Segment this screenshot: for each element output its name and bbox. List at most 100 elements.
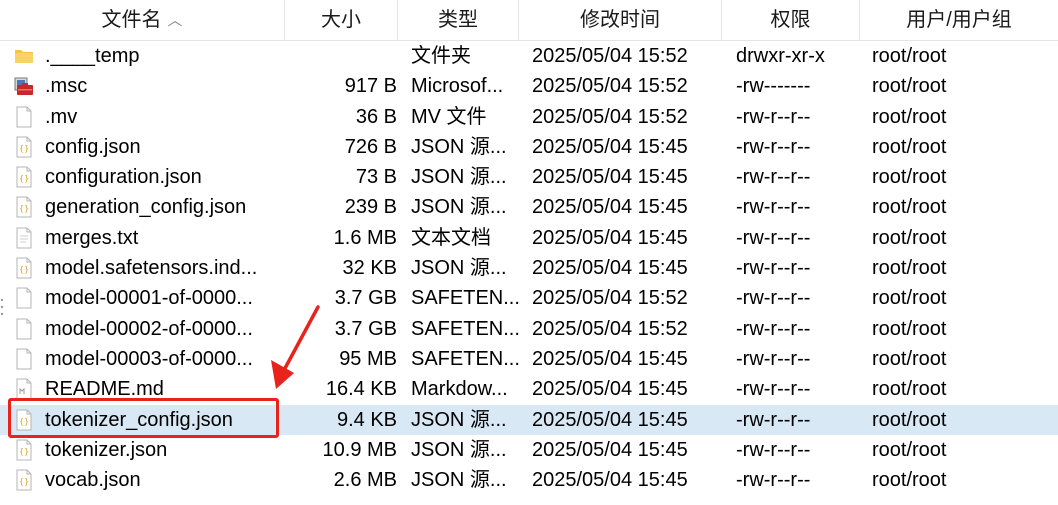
file-name: vocab.json — [45, 469, 141, 492]
file-owner: root/root — [872, 347, 947, 370]
file-icon — [14, 106, 34, 128]
file-type: SAFETEN... — [411, 317, 520, 340]
file-icon — [14, 287, 34, 309]
file-row[interactable]: .msc 917 B Microsof... 2025/05/04 15:52 -rw-… — [0, 71, 1058, 101]
file-row[interactable]: {} config.json 726 B JSON 源... 2025/05/04 15… — [0, 132, 1058, 162]
svg-text:{}: {} — [19, 144, 29, 153]
column-header-perms[interactable]: 权限 — [722, 0, 860, 40]
file-size: 73 B — [355, 166, 397, 189]
file-row[interactable]: {} model.safetensors.ind... 32 KB JSON 源...… — [0, 253, 1058, 283]
column-header-size-label: 大小 — [321, 9, 361, 31]
text-file-icon — [14, 227, 34, 249]
file-permissions: -rw-r--r-- — [736, 347, 811, 370]
file-size: 2.6 MB — [333, 469, 397, 492]
file-row[interactable]: model-00001-of-0000... 3.7 GB SAFETEN... 20… — [0, 283, 1058, 313]
file-permissions: drwxr-xr-x — [736, 45, 825, 67]
file-type: Markdow... — [411, 378, 508, 401]
file-size: 36 B — [355, 105, 397, 128]
column-header-type[interactable]: 类型 — [398, 0, 519, 40]
file-modified: 2025/05/04 15:45 — [532, 438, 688, 461]
column-header-modified[interactable]: 修改时间 — [519, 0, 722, 40]
file-permissions: -rw-r--r-- — [736, 105, 811, 128]
column-header-owner[interactable]: 用户/用户组 — [860, 0, 1058, 40]
file-size: 16.4 KB — [325, 378, 397, 401]
file-modified: 2025/05/04 15:45 — [532, 257, 688, 280]
file-modified: 2025/05/04 15:45 — [532, 135, 688, 158]
file-owner: root/root — [872, 135, 947, 158]
column-header-type-label: 类型 — [438, 9, 478, 31]
file-name: generation_config.json — [45, 196, 247, 219]
file-permissions: -rw-r--r-- — [736, 166, 811, 189]
file-type: Microsof... — [411, 75, 504, 98]
file-owner: root/root — [872, 45, 947, 67]
column-header-perms-label: 权限 — [770, 9, 811, 31]
file-owner: root/root — [872, 105, 947, 128]
svg-text:{}: {} — [19, 265, 29, 274]
column-header-size[interactable]: 大小 — [285, 0, 398, 40]
file-type: JSON 源... — [411, 408, 507, 431]
msc-file-icon — [14, 75, 34, 97]
file-size: 32 KB — [342, 257, 397, 280]
file-icon — [14, 348, 34, 370]
file-permissions: -rw------- — [736, 75, 811, 98]
file-size: 9.4 KB — [336, 408, 397, 431]
file-permissions: -rw-r--r-- — [736, 257, 811, 280]
json-file-icon: {} — [14, 439, 34, 461]
file-size: 1.6 MB — [333, 226, 397, 249]
column-header-modified-label: 修改时间 — [580, 9, 660, 31]
file-type: MV 文件 — [411, 105, 487, 128]
file-modified: 2025/05/04 15:45 — [532, 166, 688, 189]
json-file-icon: {} — [14, 196, 34, 218]
file-permissions: -rw-r--r-- — [736, 287, 811, 310]
file-permissions: -rw-r--r-- — [736, 438, 811, 461]
file-modified: 2025/05/04 15:45 — [532, 347, 688, 370]
json-file-icon: {} — [14, 257, 34, 279]
column-header-name[interactable]: 文件名 ︿ — [0, 0, 285, 40]
file-type: JSON 源... — [411, 135, 507, 158]
file-row[interactable]: model-00002-of-0000... 3.7 GB SAFETEN... 20… — [0, 314, 1058, 344]
column-header-owner-label: 用户/用户组 — [906, 9, 1012, 31]
file-name: .msc — [45, 75, 88, 98]
file-name: .____temp — [45, 45, 140, 67]
file-size: 3.7 GB — [334, 317, 397, 340]
file-row[interactable]: .____temp 文件夹 2025/05/04 15:52 drwxr-xr-x ro… — [0, 41, 1058, 71]
file-owner: root/root — [872, 257, 947, 280]
file-type: JSON 源... — [411, 438, 507, 461]
column-header-name-label: 文件名 — [101, 9, 162, 31]
file-modified: 2025/05/04 15:52 — [532, 105, 688, 128]
file-owner: root/root — [872, 317, 947, 340]
file-modified: 2025/05/04 15:52 — [532, 75, 688, 98]
file-modified: 2025/05/04 15:45 — [532, 226, 688, 249]
file-modified: 2025/05/04 15:52 — [532, 317, 688, 340]
file-modified: 2025/05/04 15:45 — [532, 469, 688, 492]
svg-text:{}: {} — [19, 174, 29, 183]
file-name: merges.txt — [45, 226, 139, 249]
file-type: JSON 源... — [411, 257, 507, 280]
file-name: model-00001-of-0000... — [45, 287, 253, 310]
file-row[interactable]: {} tokenizer.json 10.9 MB JSON 源... 2025/05/… — [0, 435, 1058, 465]
resize-grip[interactable] — [0, 296, 4, 318]
file-name: config.json — [45, 135, 141, 158]
file-name: model-00002-of-0000... — [45, 317, 253, 340]
file-row[interactable]: .mv 36 B MV 文件 2025/05/04 15:52 -rw-r--r-- ro… — [0, 102, 1058, 132]
file-row[interactable]: {} generation_config.json 239 B JSON 源... 20… — [0, 192, 1058, 222]
file-owner: root/root — [872, 226, 947, 249]
file-type: 文本文档 — [411, 226, 491, 249]
file-modified: 2025/05/04 15:52 — [532, 287, 688, 310]
file-name: .mv — [45, 105, 78, 128]
file-permissions: -rw-r--r-- — [736, 408, 811, 431]
svg-text:{}: {} — [19, 447, 29, 456]
file-permissions: -rw-r--r-- — [736, 226, 811, 249]
file-type: JSON 源... — [411, 166, 507, 189]
svg-text:{}: {} — [19, 204, 29, 213]
file-row[interactable]: {} configuration.json 73 B JSON 源... 2025/05… — [0, 162, 1058, 192]
file-owner: root/root — [872, 408, 947, 431]
file-row[interactable]: merges.txt 1.6 MB 文本文档 2025/05/04 15:45 -rw-… — [0, 223, 1058, 253]
file-row[interactable]: model-00003-of-0000... 95 MB SAFETEN... 202… — [0, 344, 1058, 374]
file-row[interactable]: {} vocab.json 2.6 MB JSON 源... 2025/05/04 15… — [0, 465, 1058, 495]
svg-text:{}: {} — [19, 477, 29, 486]
sort-ascending-icon: ︿ — [167, 11, 183, 29]
file-owner: root/root — [872, 438, 947, 461]
file-type: SAFETEN... — [411, 347, 520, 370]
highlight-box — [8, 398, 279, 438]
